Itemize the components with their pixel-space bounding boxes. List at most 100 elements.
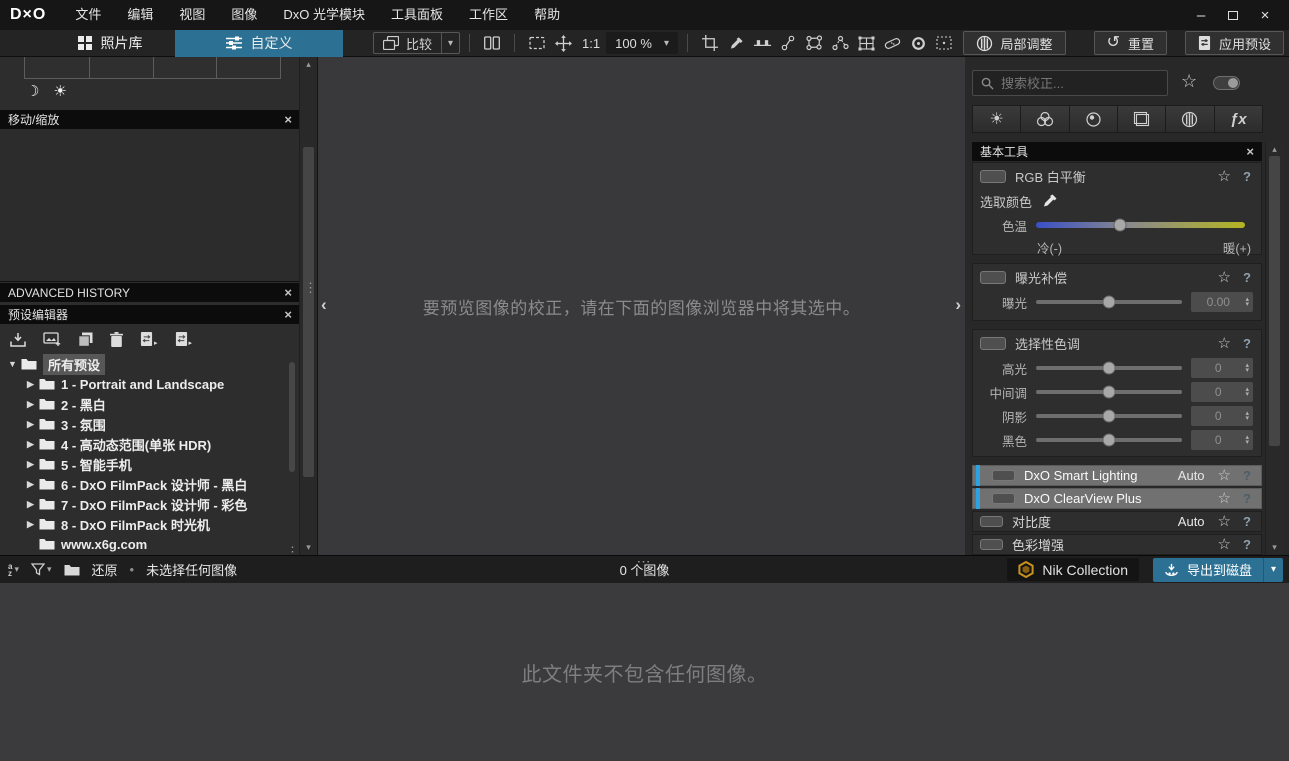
enable-checkbox[interactable] bbox=[980, 336, 1006, 350]
menu-optics-modules[interactable]: DxO 光学模块 bbox=[270, 0, 378, 30]
help-icon[interactable]: ? bbox=[1240, 468, 1254, 483]
left-splitter-handle[interactable]: ⋮ bbox=[304, 281, 317, 294]
tree-item-all-presets[interactable]: ▼ 所有预设 bbox=[0, 353, 300, 375]
menu-image[interactable]: 图像 bbox=[218, 0, 270, 30]
tree-item-preset-folder[interactable]: ▶ 3 - 氛围 bbox=[0, 414, 300, 434]
enable-checkbox[interactable] bbox=[980, 270, 1006, 284]
menu-file[interactable]: 文件 bbox=[62, 0, 114, 30]
correction-row-contrast[interactable]: 对比度 Auto ☆ ? bbox=[972, 511, 1262, 532]
exposure-slider[interactable] bbox=[1036, 295, 1182, 309]
tab-detail-tools[interactable] bbox=[1068, 105, 1118, 133]
blacks-value-input[interactable]: 0 ▴ ▾ bbox=[1191, 430, 1253, 450]
spin-down-icon[interactable]: ▾ bbox=[1245, 439, 1249, 446]
tab-local-adjustments[interactable] bbox=[1165, 105, 1215, 133]
import-export-preset-button[interactable]: ▸ bbox=[175, 331, 192, 347]
highlights-value-input[interactable]: 0 ▴ ▾ bbox=[1191, 358, 1253, 378]
enable-checkbox[interactable] bbox=[980, 169, 1006, 183]
enable-checkbox[interactable] bbox=[992, 493, 1015, 504]
compare-dropdown[interactable]: ▾ bbox=[441, 33, 459, 53]
chevron-collapsed-icon[interactable]: ▶ bbox=[24, 499, 37, 510]
chevron-expanded-icon[interactable]: ▼ bbox=[6, 359, 19, 369]
star-icon[interactable]: ☆ bbox=[1218, 537, 1231, 552]
close-icon[interactable]: × bbox=[284, 113, 292, 126]
right-panel-scrollbar[interactable]: ▴ ▾ bbox=[1265, 142, 1283, 555]
exposure-value-input[interactable]: 0.00 ▴ ▾ bbox=[1191, 292, 1253, 312]
slider-handle[interactable] bbox=[1113, 218, 1127, 232]
spin-down-icon[interactable]: ▾ bbox=[1245, 367, 1249, 374]
left-panel-scrollbar[interactable]: ▴ ▾ ⋮ bbox=[299, 57, 317, 555]
zoom-1-1-button[interactable]: 1:1 bbox=[576, 36, 606, 51]
star-icon[interactable]: ☆ bbox=[1218, 336, 1231, 351]
right-splitter-handle[interactable]: ⋮ bbox=[1284, 281, 1289, 294]
midtones-slider[interactable] bbox=[1036, 385, 1182, 399]
correction-row-clearview-plus[interactable]: DxO ClearView Plus ☆ ? bbox=[972, 488, 1262, 509]
menu-edit[interactable]: 编辑 bbox=[114, 0, 166, 30]
tree-item-preset-folder[interactable]: ▶ 2 - 黑白 bbox=[0, 394, 300, 414]
tab-effects-tools[interactable]: ƒx bbox=[1213, 105, 1263, 133]
slider-handle[interactable] bbox=[1102, 385, 1116, 399]
red-eye-tool-icon[interactable] bbox=[905, 32, 931, 54]
help-icon[interactable]: ? bbox=[1240, 336, 1254, 351]
collapse-right-panel-icon[interactable]: › bbox=[955, 295, 961, 315]
scroll-up-icon[interactable]: ▴ bbox=[300, 59, 317, 70]
tree-item-preset-folder[interactable]: ▶ 4 - 高动态范围(单张 HDR) bbox=[0, 434, 300, 454]
highlights-slider[interactable] bbox=[1036, 361, 1182, 375]
pan-move-icon[interactable] bbox=[550, 32, 576, 54]
search-input[interactable] bbox=[1001, 75, 1151, 91]
star-icon[interactable]: ☆ bbox=[1218, 270, 1231, 285]
close-icon[interactable]: × bbox=[284, 286, 292, 299]
crop-tool-icon[interactable] bbox=[697, 32, 723, 54]
export-preset-button[interactable]: ▸ bbox=[140, 331, 158, 347]
spin-down-icon[interactable]: ▾ bbox=[1245, 415, 1249, 422]
slider-handle[interactable] bbox=[1102, 409, 1116, 423]
close-icon[interactable]: × bbox=[284, 308, 292, 321]
compare-button[interactable]: 比较 bbox=[374, 33, 441, 53]
shadows-value-input[interactable]: 0 ▴ ▾ bbox=[1191, 406, 1253, 426]
help-icon[interactable]: ? bbox=[1240, 169, 1254, 184]
help-icon[interactable]: ? bbox=[1240, 514, 1254, 529]
chevron-collapsed-icon[interactable]: ▶ bbox=[24, 419, 37, 430]
star-icon[interactable]: ☆ bbox=[1218, 491, 1231, 506]
menu-help[interactable]: 帮助 bbox=[521, 0, 573, 30]
apply-preset-button[interactable]: 应用预设 bbox=[1184, 31, 1284, 55]
perspective-grid-icon[interactable] bbox=[853, 32, 879, 54]
tab-light-tools[interactable]: ☀ bbox=[972, 105, 1022, 133]
scrollbar-thumb[interactable] bbox=[303, 147, 314, 477]
tab-geometry-tools[interactable] bbox=[1116, 105, 1167, 133]
filmstrip-resize-handle[interactable]: ⋯ bbox=[0, 553, 1289, 570]
import-preset-button[interactable] bbox=[10, 332, 26, 347]
enable-checkbox[interactable] bbox=[992, 470, 1015, 481]
white-balance-picker-icon[interactable] bbox=[723, 32, 749, 54]
highlight-clipping-icon[interactable]: ☀ bbox=[53, 82, 66, 100]
eyedropper-icon[interactable] bbox=[1041, 193, 1059, 209]
active-corrections-toggle[interactable] bbox=[1213, 76, 1240, 90]
repair-tool-icon[interactable] bbox=[879, 32, 905, 54]
spin-down-icon[interactable]: ▾ bbox=[1245, 301, 1249, 308]
tab-color-tools[interactable] bbox=[1020, 105, 1070, 133]
menu-workspace[interactable]: 工作区 bbox=[456, 0, 521, 30]
chevron-collapsed-icon[interactable]: ▶ bbox=[24, 479, 37, 490]
tree-item-preset-folder[interactable]: ▶ 5 - 智能手机 bbox=[0, 454, 300, 474]
tree-item-preset-folder[interactable]: ▶ 7 - DxO FilmPack 设计师 - 彩色 bbox=[0, 494, 300, 514]
scroll-down-icon[interactable]: ▾ bbox=[1266, 542, 1283, 553]
menu-tool-panels[interactable]: 工具面板 bbox=[378, 0, 456, 30]
zoom-level-dropdown[interactable]: 100 % ▾ bbox=[606, 32, 678, 54]
menu-view[interactable]: 视图 bbox=[166, 0, 218, 30]
enable-checkbox[interactable] bbox=[980, 516, 1003, 527]
chevron-collapsed-icon[interactable]: ▶ bbox=[24, 379, 37, 390]
scroll-down-icon[interactable]: ▾ bbox=[300, 542, 317, 553]
blacks-slider[interactable] bbox=[1036, 433, 1182, 447]
slider-handle[interactable] bbox=[1102, 295, 1116, 309]
selection-marquee-icon[interactable] bbox=[931, 32, 957, 54]
star-icon[interactable]: ☆ bbox=[1218, 468, 1231, 483]
scrollbar-thumb[interactable] bbox=[1269, 156, 1280, 446]
tab-photo-library[interactable]: 照片库 bbox=[45, 30, 175, 57]
slider-handle[interactable] bbox=[1102, 433, 1116, 447]
spin-down-icon[interactable]: ▾ bbox=[1245, 391, 1249, 398]
close-icon[interactable]: × bbox=[1246, 145, 1254, 158]
chevron-collapsed-icon[interactable]: ▶ bbox=[24, 459, 37, 470]
tree-item-preset-folder[interactable]: ▶ 8 - DxO FilmPack 时光机 bbox=[0, 514, 300, 534]
shadow-clipping-icon[interactable]: ☽ bbox=[26, 82, 39, 100]
tree-item-preset-folder[interactable]: ▶ 1 - Portrait and Landscape bbox=[0, 374, 300, 394]
search-box[interactable] bbox=[972, 70, 1168, 96]
